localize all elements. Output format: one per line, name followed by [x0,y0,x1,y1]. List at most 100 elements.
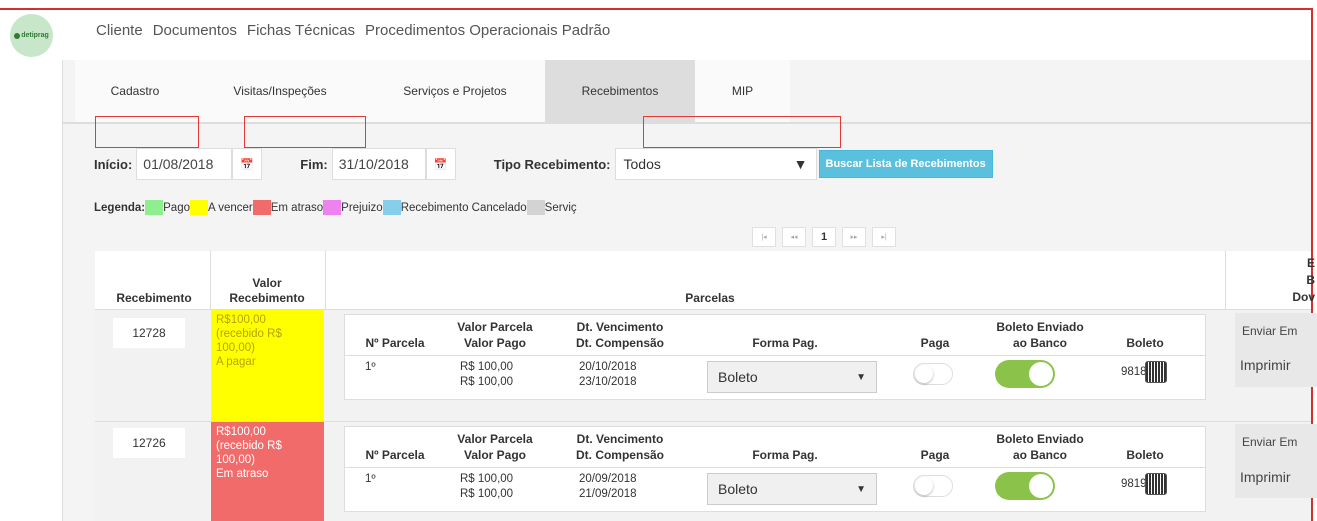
tab-servicos[interactable]: Serviços e Projetos [365,60,545,122]
tab-bar: Cadastro Visitas/Inspeções Serviços e Pr… [75,60,790,122]
tab-label: Cadastro [110,84,160,98]
legend-label: Prejuizo [341,201,383,214]
cell-valor-parcela: R$ 100,00 [460,473,514,485]
nav-documentos[interactable]: Documentos [153,22,237,39]
sub-header-paga: Paga [920,448,950,462]
cell-valor-pago: R$ 100,00 [460,488,514,500]
cell-boleto-num: 9819 [1121,478,1147,490]
frame-top-border [0,8,1313,10]
imprimir-link[interactable]: Imprimir [1240,357,1291,373]
page-next-button[interactable]: ▸▸ [842,227,866,247]
sub-header-boleto-env: Boleto Enviado [996,320,1084,334]
highlight-box [643,116,841,148]
page-first-button[interactable]: |◂ [752,227,776,247]
cell-dt-comp: 23/10/2018 [579,376,637,388]
sub-header-boleto-env: Boleto Enviado [996,432,1084,446]
valor-text: (recebido R$ [216,328,282,340]
tab-cadastro[interactable]: Cadastro [75,60,195,122]
boleto-enviado-toggle[interactable] [995,360,1055,388]
sub-header-boleto: Boleto [1126,448,1164,462]
legend-swatch-ematraso [252,200,271,215]
header-extra-3: Dov [1292,290,1315,304]
calendar-icon: 📅 [240,158,255,171]
boleto-enviado-toggle[interactable] [995,472,1055,500]
inicio-label: Início: [94,156,133,172]
sub-header-dt-venc: Dt. Vencimento [576,432,664,446]
legend: Legenda: Pago A vencer Em atraso Prejuiz… [94,200,577,215]
legend-label: Em atraso [270,201,324,214]
highlight-box [244,116,366,148]
legend-swatch-prejuizo [323,200,342,215]
valor-text: R$100,00 [216,426,266,438]
forma-pag-select[interactable]: Boleto ▼ [707,361,877,393]
calendar-icon: 📅 [433,158,448,171]
sub-header-valor-parcela: Valor Parcela [457,320,533,334]
header-recebimento: Recebimento [116,291,192,305]
recebimentos-table: Recebimento Valor Recebimento Parcelas E… [95,251,1317,521]
page-current-button[interactable]: 1 [812,227,836,247]
parcelas-subtable: Nº Parcela Valor Parcela Valor Pago Dt. … [344,314,1206,400]
forma-value: Boleto [718,481,758,497]
buscar-button[interactable]: Buscar Lista de Recebimentos [818,150,993,178]
inicio-date-input[interactable]: 01/08/2018 [136,148,233,180]
valor-text: 100,00) [216,454,256,466]
nav-procedimentos[interactable]: Procedimentos Operacionais Padrão [365,22,610,39]
cell-dt-venc: 20/10/2018 [579,361,637,373]
cell-boleto-num: 9818 [1121,366,1147,378]
tipo-select[interactable]: Todos ▼ [614,148,817,180]
sub-header-forma: Forma Pag. [752,336,818,350]
fim-label: Fim: [300,156,328,172]
logo-icon [14,32,21,39]
cell-parcela: 1º [365,473,376,485]
enviar-email-link[interactable]: Enviar Em [1242,435,1297,449]
valor-text: (recebido R$ [216,440,282,452]
nav-cliente[interactable]: Cliente [96,22,143,39]
forma-pag-select[interactable]: Boleto ▼ [707,473,877,505]
sub-header-boleto-env-2: ao Banco [1012,336,1067,350]
sub-header-parcela: Nº Parcela [365,336,425,350]
nav-fichas-tecnicas[interactable]: Fichas Técnicas [247,22,355,39]
row-recebimento-id: 12726 [113,428,185,458]
fim-date-input[interactable]: 31/10/2018 [331,148,426,180]
legend-swatch-cancelado [382,200,401,215]
dropdown-arrow-icon: ▼ [856,483,866,495]
barcode-icon[interactable] [1145,361,1167,383]
page-last-button[interactable]: ▸| [872,227,896,247]
sub-header-valor-pago: Valor Pago [463,448,527,462]
tab-recebimentos[interactable]: Recebimentos [545,60,695,122]
highlight-box [95,116,199,148]
tipo-value: Todos [623,156,661,172]
paga-toggle[interactable] [913,363,953,385]
sub-header-boleto: Boleto [1126,336,1164,350]
legend-label: Pago [163,201,190,214]
cell-valor-pago: R$ 100,00 [460,376,514,388]
tab-label: Visitas/Inspeções [233,84,327,98]
row-recebimento-id: 12728 [113,318,185,348]
legend-swatch-pago [145,200,164,215]
paga-toggle[interactable] [913,475,953,497]
barcode-icon[interactable] [1145,473,1167,495]
inicio-calendar-button[interactable]: 📅 [232,148,263,180]
tab-visitas[interactable]: Visitas/Inspeções [195,60,365,122]
tipo-label: Tipo Recebimento: [493,156,611,172]
enviar-email-link[interactable]: Enviar Em [1242,324,1297,338]
app-logo[interactable]: detiprag [10,14,53,57]
col-divider [325,251,326,309]
sub-header-dt-comp: Dt. Compensão [575,448,664,462]
sub-header-parcela: Nº Parcela [365,448,425,462]
header-extra-1: E [1306,256,1315,270]
legend-title: Legenda: [94,201,146,214]
logo-text: detiprag [21,32,49,39]
row-valor-cell: R$100,00 (recebido R$ 100,00) Em atraso [211,422,324,521]
imprimir-link[interactable]: Imprimir [1240,469,1291,485]
dropdown-arrow-icon: ▼ [856,371,866,383]
fim-calendar-button[interactable]: 📅 [425,148,456,180]
sub-header-line [345,355,1205,356]
tab-mip[interactable]: MIP [695,60,790,122]
parcelas-subtable: Nº Parcela Valor Parcela Valor Pago Dt. … [344,426,1206,512]
sub-header-paga: Paga [920,336,950,350]
top-nav: Cliente Documentos Fichas Técnicas Proce… [96,22,620,39]
sub-header-line [345,467,1205,468]
legend-swatch-avencer [189,200,208,215]
page-prev-button[interactable]: ◂◂ [782,227,806,247]
